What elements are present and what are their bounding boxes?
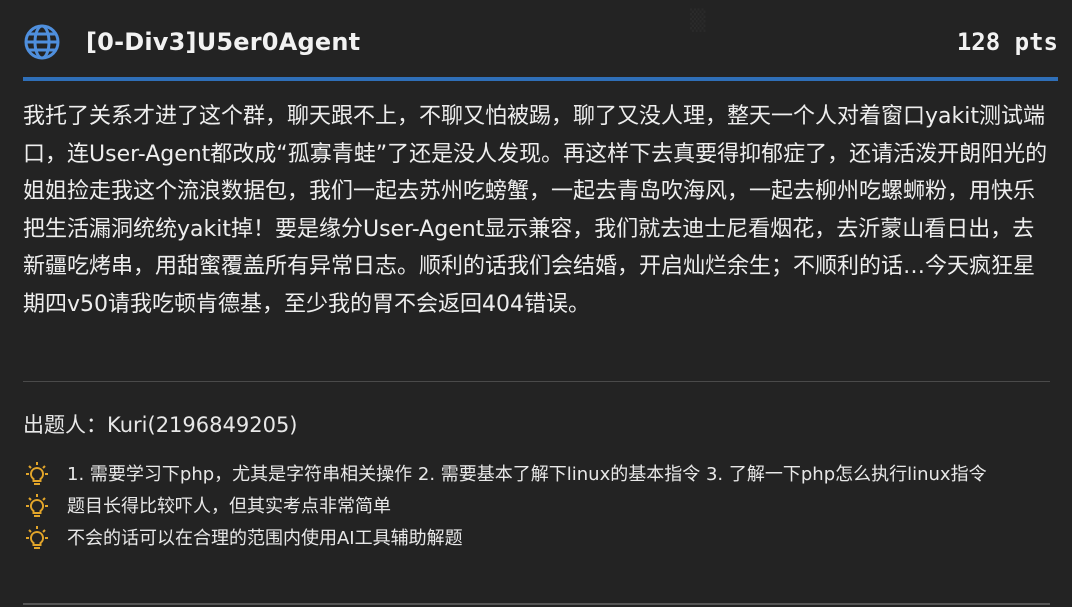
hint-item: 1. 需要学习下php，尤其是字符串相关操作 2. 需要基本了解下linux的基…: [23, 461, 1053, 489]
challenge-points: 128 pts: [956, 28, 1058, 56]
header-divider: [23, 77, 1058, 81]
hint-list: 1. 需要学习下php，尤其是字符串相关操作 2. 需要基本了解下linux的基…: [23, 461, 1053, 557]
challenge-page: ▒ [0-Div3]U5er0Agent 128 pts 我托了关系才进了这个群…: [0, 0, 1072, 607]
bottom-divider: [23, 603, 1050, 605]
globe-icon: [22, 22, 62, 62]
challenge-header: [0-Div3]U5er0Agent 128 pts: [22, 20, 1058, 64]
lightbulb-icon: [23, 525, 51, 553]
hint-text: 题目长得比较吓人，但其实考点非常简单: [67, 496, 391, 517]
hint-text: 1. 需要学习下php，尤其是字符串相关操作 2. 需要基本了解下linux的基…: [67, 464, 987, 485]
challenge-description: 我托了关系才进了这个群，聊天跟不上，不聊又怕被踢，聊了又没人理，整天一个人对着窗…: [23, 104, 1048, 317]
challenge-title: [0-Div3]U5er0Agent: [86, 28, 361, 56]
section-divider: [23, 381, 1050, 382]
hint-item: 题目长得比较吓人，但其实考点非常简单: [23, 493, 1053, 521]
hint-text: 不会的话可以在合理的范围内使用AI工具辅助解题: [67, 528, 463, 549]
lightbulb-icon: [23, 493, 51, 521]
hint-item: 不会的话可以在合理的范围内使用AI工具辅助解题: [23, 525, 1053, 553]
lightbulb-icon: [23, 461, 51, 489]
challenge-author: 出题人：Kuri(2196849205): [23, 413, 298, 437]
